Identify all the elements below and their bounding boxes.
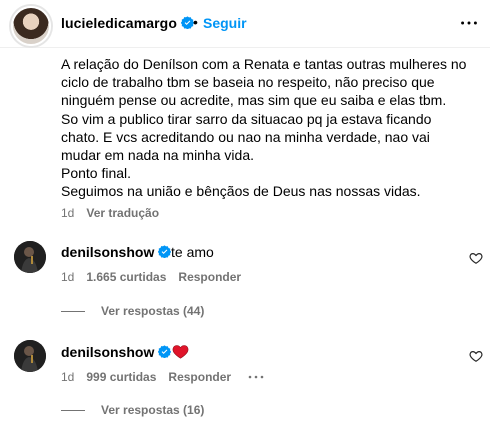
view-replies-label[interactable]: Ver respostas (16) [101, 403, 204, 417]
red-heart-icon [172, 345, 189, 359]
comment-text: te amo [171, 244, 214, 260]
replies-divider-line [61, 311, 85, 313]
comment-avatar[interactable] [14, 340, 46, 372]
view-replies-label[interactable]: Ver respostas (44) [101, 304, 204, 318]
caption-time[interactable]: 1d [61, 206, 74, 220]
comment-author-username[interactable]: denilsonshow [61, 344, 154, 360]
comment-author[interactable]: denilsonshow [61, 244, 172, 260]
comment-likes[interactable]: 1.665 curtidas [86, 270, 166, 284]
avatar-photo-icon [14, 241, 46, 273]
comment-time[interactable]: 1d [61, 370, 74, 384]
separator-dot: • [193, 14, 198, 30]
like-comment-heart-icon[interactable] [469, 349, 483, 363]
view-replies-button[interactable]: Ver respostas (16) [61, 403, 204, 417]
comment-meta: 1d 1.665 curtidas Responder [61, 270, 253, 284]
comment-time[interactable]: 1d [61, 270, 74, 284]
comment-author-username[interactable]: denilsonshow [61, 244, 154, 260]
post-author[interactable]: lucieledicamargo [61, 15, 194, 31]
view-replies-button[interactable]: Ver respostas (44) [61, 304, 204, 318]
follow-button[interactable]: Seguir [203, 15, 247, 31]
caption-meta: 1d Ver tradução [61, 206, 171, 220]
comment-meta: 1d 999 curtidas Responder [61, 370, 243, 384]
reply-button[interactable]: Responder [168, 370, 231, 384]
comment-avatar[interactable] [14, 241, 46, 273]
like-comment-heart-icon[interactable] [469, 251, 483, 265]
comment-options-icon[interactable] [247, 372, 265, 382]
verified-badge-icon [158, 345, 172, 358]
post-header: lucieledicamargo • Seguir [0, 0, 490, 48]
comment-author[interactable]: denilsonshow [61, 344, 172, 360]
reply-button[interactable]: Responder [178, 270, 241, 284]
avatar[interactable] [11, 6, 51, 46]
avatar-photo-icon [14, 340, 46, 372]
comment-likes[interactable]: 999 curtidas [86, 370, 156, 384]
post-caption: A relação do Denílson com a Renata e tan… [61, 56, 467, 200]
replies-divider-line [61, 410, 85, 412]
post-author-username[interactable]: lucieledicamargo [61, 15, 177, 31]
more-options-icon[interactable] [458, 12, 480, 34]
verified-badge-icon [158, 245, 172, 258]
see-translation-button[interactable]: Ver tradução [86, 206, 159, 220]
